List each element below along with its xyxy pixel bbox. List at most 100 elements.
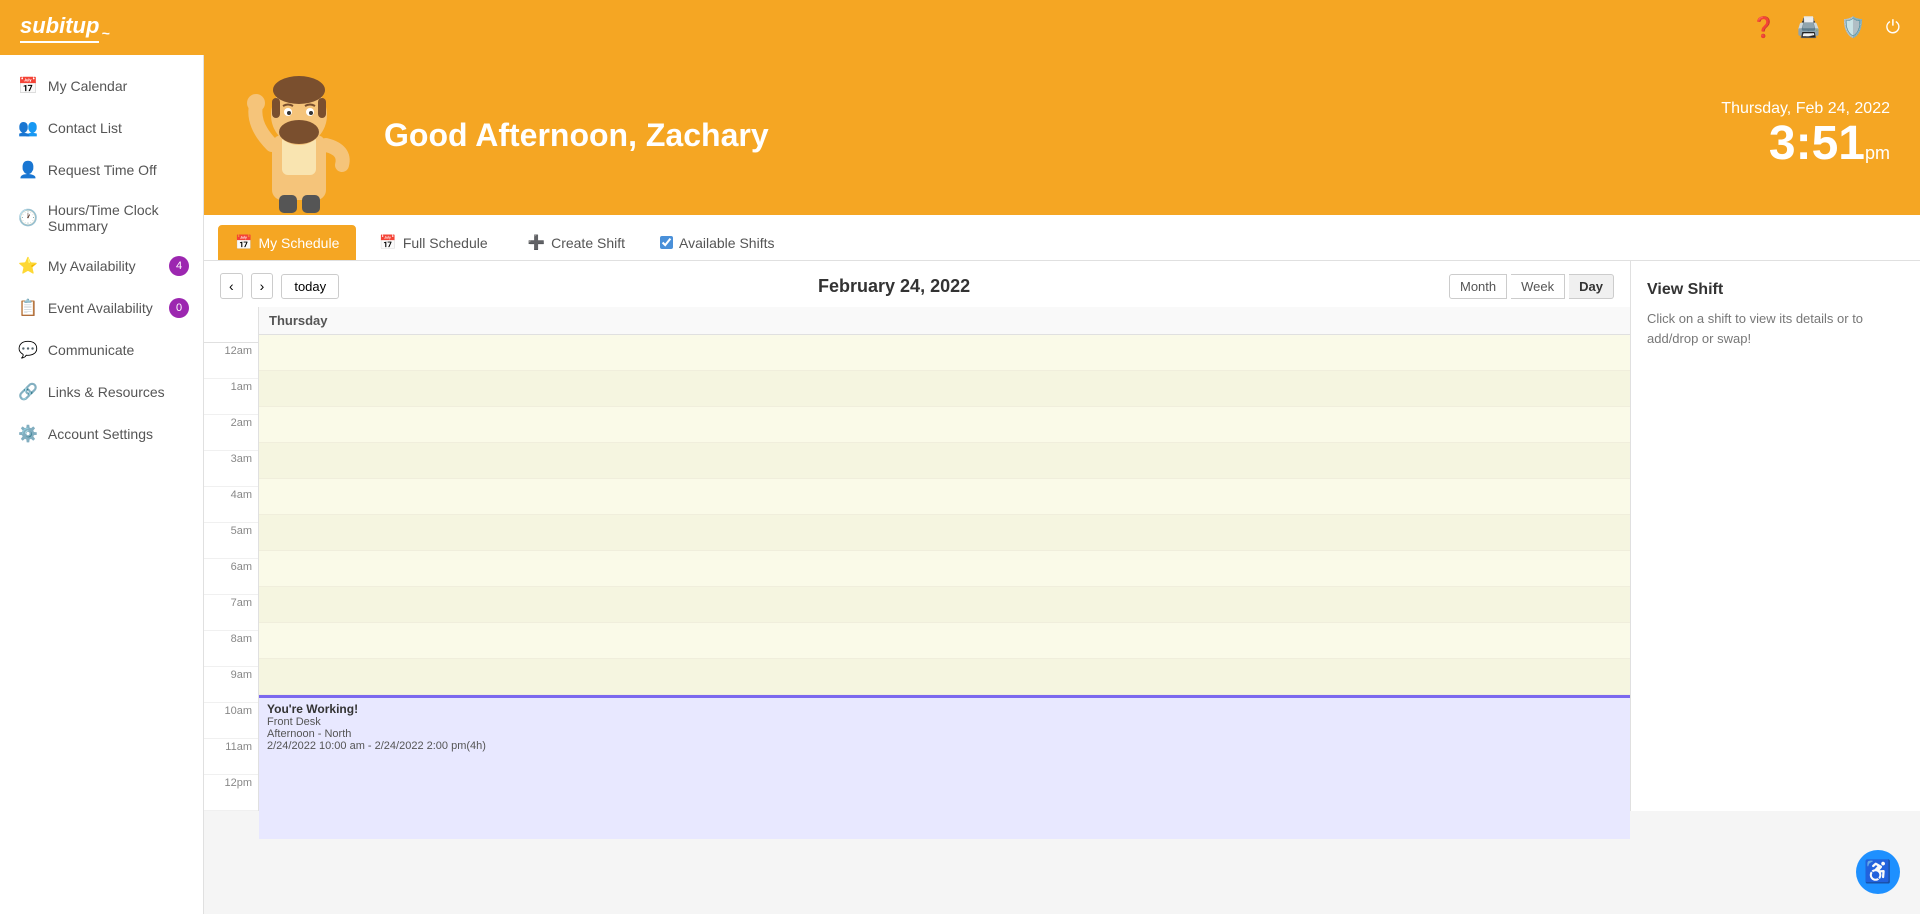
sidebar-label-contact-list: Contact List: [48, 120, 122, 136]
view-shift-panel: View Shift Click on a shift to view its …: [1630, 261, 1920, 811]
tab-create-shift-label: Create Shift: [551, 235, 625, 251]
tab-my-schedule[interactable]: 📅 My Schedule: [218, 225, 356, 260]
sidebar: 📅 My Calendar 👥 Contact List 👤 Request T…: [0, 55, 204, 914]
today-button[interactable]: today: [281, 274, 339, 299]
time-slot-3am: 3am: [204, 451, 258, 487]
main-layout: 📅 My Calendar 👥 Contact List 👤 Request T…: [0, 55, 1920, 914]
nav-icons: ❓ 🖨️ 🛡️ ⏻: [1751, 15, 1900, 40]
available-shifts-checkbox[interactable]: [660, 236, 673, 249]
event-row-7am[interactable]: [259, 587, 1630, 623]
shift-block[interactable]: You're Working! Front Desk Afternoon - N…: [259, 695, 1630, 839]
event-row-6am[interactable]: [259, 551, 1630, 587]
view-buttons: Month Week Day: [1449, 274, 1614, 299]
main-content: Good Afternoon, Zachary Thursday, Feb 24…: [204, 55, 1920, 914]
time-column: 12am1am2am3am4am5am6am7am8am9am10am11am1…: [204, 307, 259, 811]
time-slot-5am: 5am: [204, 523, 258, 559]
tabs-bar: 📅 My Schedule 📅 Full Schedule ➕ Create S…: [204, 215, 1920, 261]
calendar-with-panel: ‹ › today February 24, 2022 Month Week D…: [204, 261, 1920, 811]
time-text: 3:51pm: [1721, 118, 1890, 171]
shift-time-range: 2/24/2022 10:00 am - 2/24/2022 2:00 pm(4…: [267, 740, 1622, 752]
tab-create-shift[interactable]: ➕ Create Shift: [511, 225, 642, 260]
tab-full-schedule-label: Full Schedule: [403, 235, 488, 251]
event-row-2am[interactable]: [259, 407, 1630, 443]
print-icon[interactable]: 🖨️: [1796, 15, 1821, 40]
contacts-icon: 👥: [18, 118, 38, 138]
sidebar-label-links-resources: Links & Resources: [48, 384, 165, 400]
day-view-button[interactable]: Day: [1569, 274, 1614, 299]
time-slot-10am: 10am: [204, 703, 258, 739]
time-slot-12pm: 12pm: [204, 775, 258, 811]
event-row-9am[interactable]: [259, 659, 1630, 695]
sidebar-item-request-time-off[interactable]: 👤 Request Time Off: [0, 149, 203, 191]
calendar-icon: 📅: [18, 76, 38, 96]
settings-icon: ⚙️: [18, 424, 38, 444]
logo[interactable]: subitup ~: [20, 13, 110, 43]
sidebar-label-account-settings: Account Settings: [48, 426, 153, 442]
sidebar-label-my-calendar: My Calendar: [48, 78, 127, 94]
calendar-tab-icon: 📅: [235, 234, 252, 251]
shift-title: You're Working!: [267, 702, 1622, 716]
links-icon: 🔗: [18, 382, 38, 402]
help-icon[interactable]: ❓: [1751, 15, 1776, 40]
greeting-text: Good Afternoon, Zachary: [384, 117, 1721, 154]
sidebar-item-event-availability[interactable]: 📋 Event Availability 0: [0, 287, 203, 329]
available-shifts-checkbox-wrapper[interactable]: Available Shifts: [648, 227, 786, 259]
time-slot-11am: 11am: [204, 739, 258, 775]
time-slot-4am: 4am: [204, 487, 258, 523]
day-grid: 12am1am2am3am4am5am6am7am8am9am10am11am1…: [204, 307, 1630, 811]
month-view-button[interactable]: Month: [1449, 274, 1507, 299]
sidebar-item-my-calendar[interactable]: 📅 My Calendar: [0, 65, 203, 107]
event-icon: 📋: [18, 298, 38, 318]
clock-icon: 🕐: [18, 208, 38, 228]
next-button[interactable]: ›: [251, 273, 274, 299]
event-row-4am[interactable]: [259, 479, 1630, 515]
sidebar-item-hours-time-clock[interactable]: 🕐 Hours/Time Clock Summary: [0, 191, 203, 245]
sidebar-item-links-resources[interactable]: 🔗 Links & Resources: [0, 371, 203, 413]
star-icon: ⭐: [18, 256, 38, 276]
shift-location: Front Desk: [267, 716, 1622, 728]
power-icon[interactable]: ⏻: [1886, 17, 1900, 38]
full-schedule-icon: 📅: [379, 234, 396, 251]
event-row-8am[interactable]: [259, 623, 1630, 659]
sidebar-item-contact-list[interactable]: 👥 Contact List: [0, 107, 203, 149]
time-suffix: pm: [1865, 143, 1890, 163]
week-view-button[interactable]: Week: [1511, 274, 1565, 299]
calendar-nav: ‹ › today: [220, 273, 339, 299]
time-slot-9am: 9am: [204, 667, 258, 703]
event-row-12am[interactable]: [259, 335, 1630, 371]
logo-text: subitup: [20, 13, 99, 43]
event-row-5am[interactable]: [259, 515, 1630, 551]
sidebar-label-request-time-off: Request Time Off: [48, 162, 157, 178]
sidebar-item-communicate[interactable]: 💬 Communicate: [0, 329, 203, 371]
availability-badge: 4: [169, 256, 189, 276]
top-nav: subitup ~ ❓ 🖨️ 🛡️ ⏻: [0, 0, 1920, 55]
view-shift-title: View Shift: [1647, 281, 1904, 299]
event-row-1am[interactable]: [259, 371, 1630, 407]
tab-full-schedule[interactable]: 📅 Full Schedule: [362, 225, 504, 260]
shield-icon[interactable]: 🛡️: [1841, 15, 1866, 40]
sidebar-label-my-availability: My Availability: [48, 258, 136, 274]
available-shifts-label: Available Shifts: [679, 235, 774, 251]
sidebar-item-my-availability[interactable]: ⭐ My Availability 4: [0, 245, 203, 287]
time-slot-12am: 12am: [204, 343, 258, 379]
communicate-icon: 💬: [18, 340, 38, 360]
event-row-3am[interactable]: [259, 443, 1630, 479]
sidebar-item-account-settings[interactable]: ⚙️ Account Settings: [0, 413, 203, 455]
time-slot-2am: 2am: [204, 415, 258, 451]
date-text: Thursday, Feb 24, 2022: [1721, 100, 1890, 118]
day-header: Thursday: [259, 307, 1630, 335]
accessibility-button[interactable]: ♿: [1856, 850, 1900, 894]
prev-button[interactable]: ‹: [220, 273, 243, 299]
time-value: 3:51: [1769, 117, 1865, 170]
sidebar-label-hours-time-clock: Hours/Time Clock Summary: [48, 202, 185, 234]
schedule-container: 📅 My Schedule 📅 Full Schedule ➕ Create S…: [204, 215, 1920, 811]
events-column: Thursday You're Working! Front Desk Afte…: [259, 307, 1630, 811]
time-slot-7am: 7am: [204, 595, 258, 631]
character-illustration: [234, 60, 364, 210]
banner: Good Afternoon, Zachary Thursday, Feb 24…: [204, 55, 1920, 215]
shift-position: Afternoon - North: [267, 728, 1622, 740]
calendar-section: ‹ › today February 24, 2022 Month Week D…: [204, 261, 1630, 811]
create-shift-icon: ➕: [528, 234, 545, 251]
event-row-10am[interactable]: You're Working! Front Desk Afternoon - N…: [259, 695, 1630, 731]
time-slot-6am: 6am: [204, 559, 258, 595]
